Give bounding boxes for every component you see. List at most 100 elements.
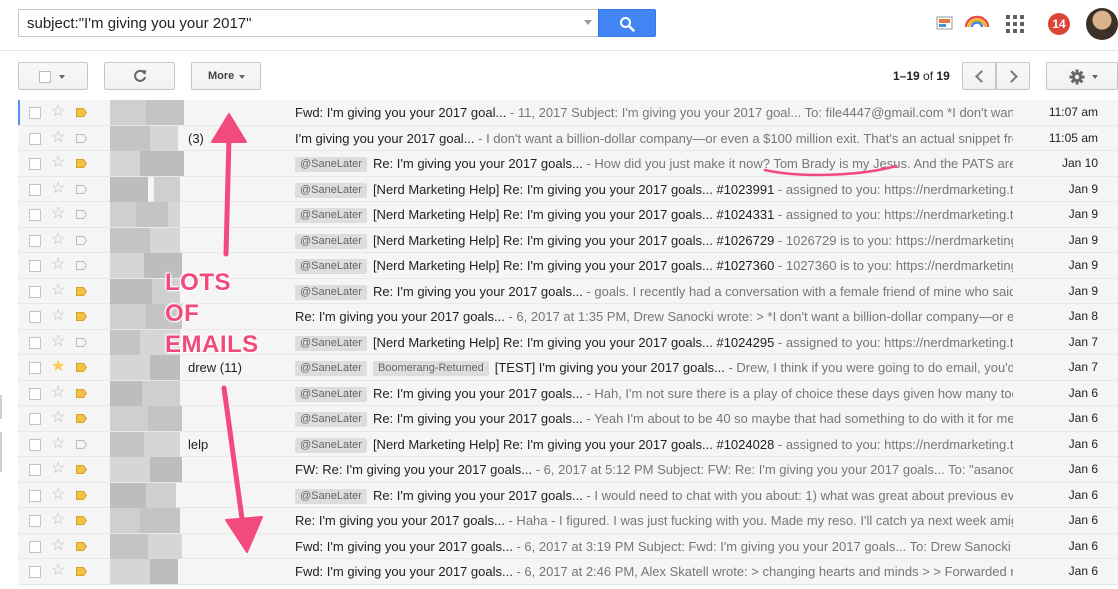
apps-grid-icon[interactable]	[1006, 15, 1024, 33]
subject-line[interactable]: Fwd: I'm giving you your 2017 goals... -…	[295, 534, 1013, 559]
search-box[interactable]	[18, 9, 598, 37]
star-icon[interactable]: ☆	[51, 231, 65, 249]
subject-line[interactable]: @SaneLater [Nerd Marketing Help] Re: I'm …	[295, 202, 1013, 227]
star-icon[interactable]: ☆	[51, 154, 65, 172]
star-icon[interactable]: ☆	[51, 282, 65, 300]
star-icon[interactable]: ☆	[51, 537, 65, 555]
email-row[interactable]: ☆ Fwd: I'm giving you your 2017 goals... …	[18, 559, 1118, 585]
search-options-caret-icon[interactable]	[584, 20, 592, 25]
label-chip[interactable]: @SaneLater	[295, 182, 367, 198]
label-chip[interactable]: @SaneLater	[295, 412, 367, 427]
star-icon[interactable]: ☆	[51, 511, 65, 529]
star-icon[interactable]: ☆	[51, 256, 65, 274]
subject-line[interactable]: @SaneLater Re: I'm giving you your 2017 g…	[295, 483, 1013, 508]
rainbow-extension-icon[interactable]	[964, 15, 990, 29]
importance-marker-icon[interactable]	[76, 312, 87, 321]
star-icon[interactable]: ☆	[51, 129, 65, 147]
importance-marker-icon[interactable]	[76, 363, 87, 372]
star-icon[interactable]: ☆	[51, 384, 65, 402]
subject-line[interactable]: @SaneLater [Nerd Marketing Help] Re: I'm …	[295, 330, 1013, 355]
email-row[interactable]: ☆ @SaneLater [Nerd Marketing Help] Re: I'm…	[18, 202, 1118, 228]
row-checkbox[interactable]	[29, 566, 41, 578]
importance-marker-icon[interactable]	[76, 133, 87, 143]
importance-marker-icon[interactable]	[76, 210, 87, 219]
importance-marker-icon[interactable]	[76, 541, 87, 551]
email-row[interactable]: ☆ lelp @SaneLater [Nerd Marketing Help] Re:…	[18, 431, 1118, 457]
row-checkbox[interactable]	[29, 311, 41, 323]
row-checkbox[interactable]	[29, 234, 41, 247]
importance-marker-icon[interactable]	[76, 286, 87, 296]
row-checkbox[interactable]	[29, 464, 41, 476]
row-checkbox[interactable]	[29, 209, 41, 221]
importance-marker-icon[interactable]	[76, 159, 87, 168]
row-checkbox[interactable]	[29, 413, 41, 425]
account-avatar[interactable]	[1086, 8, 1118, 40]
importance-marker-icon[interactable]	[76, 465, 87, 474]
importance-marker-icon[interactable]	[76, 414, 87, 423]
subject-line[interactable]: @SaneLater [Nerd Marketing Help] Re: I'm …	[295, 432, 1013, 457]
search-button[interactable]	[598, 9, 656, 37]
label-chip[interactable]: @SaneLater	[295, 361, 367, 376]
email-row[interactable]: ☆ @SaneLater Re: I'm giving you your 2017 …	[18, 151, 1118, 177]
email-row[interactable]: ☆ @SaneLater Re: I'm giving you your 2017 …	[18, 380, 1118, 406]
email-row[interactable]: ☆ FW: Re: I'm giving you your 2017 goals.…	[18, 457, 1118, 483]
row-checkbox[interactable]	[29, 438, 41, 451]
label-chip[interactable]: @SaneLater	[295, 284, 367, 300]
label-chip[interactable]: @SaneLater	[295, 488, 367, 504]
star-icon[interactable]: ☆	[51, 562, 65, 580]
row-checkbox[interactable]	[29, 336, 41, 349]
row-checkbox[interactable]	[29, 158, 41, 170]
importance-marker-icon[interactable]	[76, 567, 87, 576]
row-checkbox[interactable]	[29, 515, 41, 527]
star-icon[interactable]: ☆	[51, 486, 65, 504]
importance-marker-icon[interactable]	[76, 439, 87, 449]
star-icon[interactable]: ☆	[51, 103, 65, 121]
label-chip[interactable]: @SaneLater	[295, 233, 367, 249]
subject-line[interactable]: @SaneLater [Nerd Marketing Help] Re: I'm …	[295, 228, 1013, 253]
importance-marker-icon[interactable]	[76, 108, 87, 117]
older-page-button[interactable]	[996, 62, 1030, 90]
email-row[interactable]: ☆ (3) I'm giving you your 2017 goal... - I…	[18, 125, 1118, 151]
subject-line[interactable]: Re: I'm giving you your 2017 goals... - …	[295, 304, 1013, 329]
subject-line[interactable]: @SaneLater Re: I'm giving you your 2017 g…	[295, 151, 1013, 176]
more-button[interactable]: More	[191, 62, 261, 90]
row-checkbox[interactable]	[29, 183, 41, 196]
importance-marker-icon[interactable]	[76, 337, 87, 347]
row-checkbox[interactable]	[29, 362, 41, 374]
row-checkbox[interactable]	[29, 489, 41, 502]
subject-line[interactable]: @SaneLater Re: I'm giving you your 2017 g…	[295, 381, 1013, 406]
subject-line[interactable]: Fwd: I'm giving you your 2017 goals... -…	[295, 559, 1013, 584]
label-chip[interactable]: @SaneLater	[295, 208, 367, 223]
importance-marker-icon[interactable]	[76, 184, 87, 194]
label-chip[interactable]: @SaneLater	[295, 437, 367, 453]
slides-extension-icon[interactable]	[936, 14, 954, 32]
star-icon[interactable]: ☆	[51, 307, 65, 325]
label-chip[interactable]: Boomerang-Returned	[372, 361, 489, 376]
star-icon[interactable]: ☆	[51, 333, 65, 351]
select-all-checkbox[interactable]	[39, 71, 51, 83]
email-row[interactable]: ☆ Re: I'm giving you your 2017 goals... -…	[18, 508, 1118, 534]
label-chip[interactable]: @SaneLater	[295, 157, 367, 172]
email-row[interactable]: ☆ @SaneLater Re: I'm giving you your 2017 …	[18, 482, 1118, 508]
importance-marker-icon[interactable]	[76, 235, 87, 245]
subject-line[interactable]: I'm giving you your 2017 goal... - I don…	[295, 126, 1013, 151]
subject-line[interactable]: @SaneLater Re: I'm giving you your 2017 g…	[295, 406, 1013, 431]
importance-marker-icon[interactable]	[76, 490, 87, 500]
newer-page-button[interactable]	[962, 62, 996, 90]
star-icon[interactable]: ☆	[51, 205, 65, 223]
star-icon[interactable]: ☆	[51, 180, 65, 198]
row-checkbox[interactable]	[29, 132, 41, 145]
subject-line[interactable]: @SaneLater Re: I'm giving you your 2017 g…	[295, 279, 1013, 304]
star-icon[interactable]: ☆	[51, 409, 65, 427]
subject-line[interactable]: Fwd: I'm giving you your 2017 goal... - …	[295, 100, 1013, 125]
row-checkbox[interactable]	[29, 260, 41, 272]
row-checkbox[interactable]	[29, 540, 41, 553]
email-row[interactable]: ☆ Fwd: I'm giving you your 2017 goal... -…	[18, 100, 1118, 126]
label-chip[interactable]: @SaneLater	[295, 259, 367, 274]
subject-line[interactable]: FW: Re: I'm giving you your 2017 goals..…	[295, 457, 1013, 482]
label-chip[interactable]: @SaneLater	[295, 386, 367, 402]
subject-line[interactable]: Re: I'm giving you your 2017 goals... - …	[295, 508, 1013, 533]
star-icon[interactable]: ☆	[51, 460, 65, 478]
settings-button[interactable]	[1046, 62, 1118, 90]
subject-line[interactable]: @SaneLater Boomerang-Returned [TEST] I'm g…	[295, 355, 1013, 380]
